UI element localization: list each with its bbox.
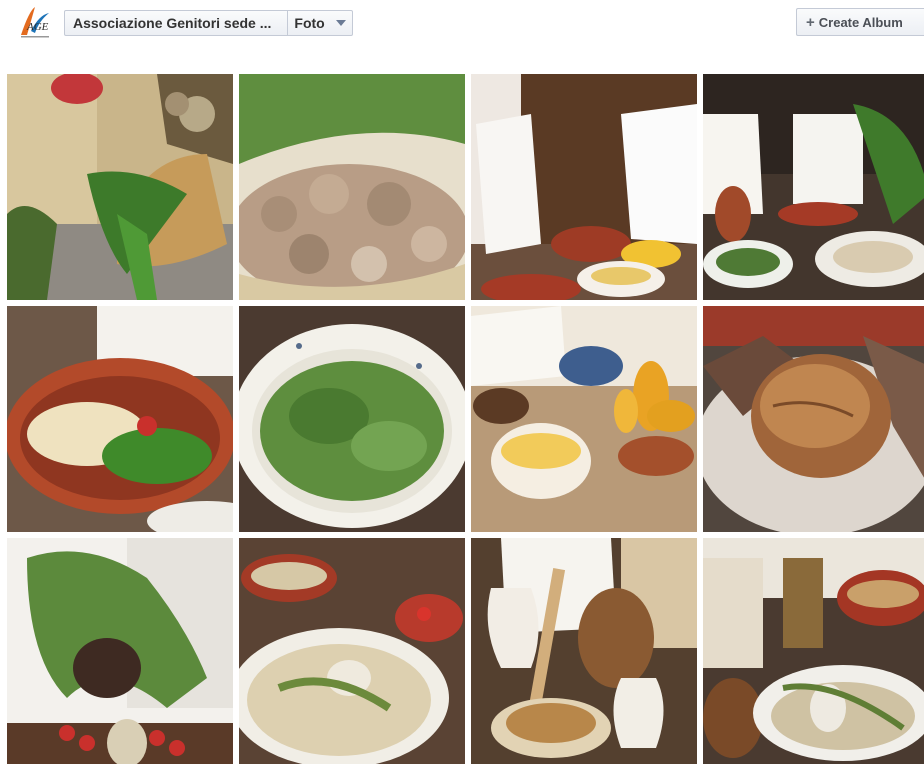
chevron-down-icon <box>336 20 346 26</box>
photo-image <box>471 538 697 764</box>
photo-menu-cards-bowls[interactable] <box>703 74 924 300</box>
create-album-label: Create Album <box>818 14 903 30</box>
photo-image <box>471 306 697 532</box>
photo-menu-cards-corn[interactable] <box>471 74 697 300</box>
create-album-button[interactable]: + Create Album <box>796 8 924 36</box>
page-selector[interactable]: Associazione Genitori sede ... Foto <box>64 10 353 36</box>
photo-image <box>7 538 233 764</box>
svg-text:AGE: AGE <box>26 21 49 33</box>
plus-icon: + <box>806 13 815 31</box>
photo-herbs-basket[interactable] <box>7 74 233 300</box>
photo-corn-polenta[interactable] <box>471 306 697 532</box>
photo-image <box>7 74 233 300</box>
photo-olive-branches[interactable] <box>7 538 233 764</box>
top-bar: AGE Associazione Genitori sede ... Foto … <box>0 0 924 52</box>
photo-image <box>239 538 465 764</box>
section-dropdown[interactable]: Foto <box>288 15 352 31</box>
photo-dried-flowers[interactable] <box>239 74 465 300</box>
photo-image <box>471 74 697 300</box>
photo-orecchiette-bowl[interactable] <box>7 306 233 532</box>
page-name: Associazione Genitori sede ... <box>73 15 272 31</box>
photo-bread-basket[interactable] <box>703 306 924 532</box>
photo-image <box>703 538 924 764</box>
photo-image <box>703 74 924 300</box>
photo-beans-plate[interactable] <box>239 538 465 764</box>
photo-grid <box>7 74 924 764</box>
photo-jars-plate[interactable] <box>703 538 924 764</box>
photo-image <box>703 306 924 532</box>
age-logo-icon[interactable]: AGE <box>17 5 53 41</box>
photo-greens-plate[interactable] <box>239 306 465 532</box>
photo-image <box>239 74 465 300</box>
photo-chickpeas-jug[interactable] <box>471 538 697 764</box>
photo-image <box>239 306 465 532</box>
section-label: Foto <box>294 15 325 31</box>
photo-image <box>7 306 233 532</box>
